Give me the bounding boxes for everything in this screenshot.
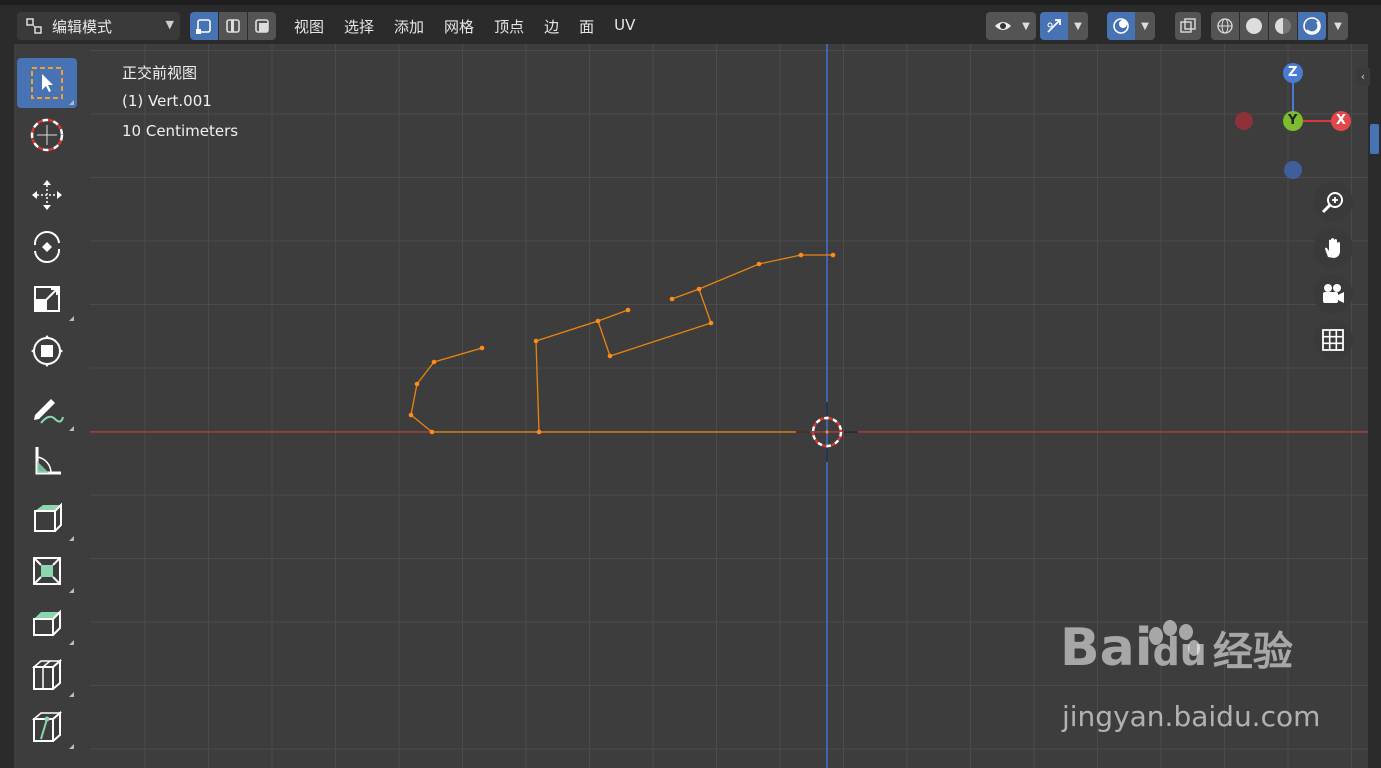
inset-tool[interactable] — [17, 598, 77, 648]
vertex — [708, 320, 714, 326]
watermark-url: jingyan.baidu.com — [1062, 700, 1321, 733]
gizmo-z-label: Z — [1288, 65, 1298, 80]
vertex — [479, 345, 485, 351]
select-box-icon — [31, 67, 63, 99]
cube-add-icon — [34, 502, 62, 532]
vertex — [595, 318, 601, 324]
paw-logo-icon — [1149, 620, 1200, 656]
ortho-toggle-button[interactable] — [1313, 320, 1353, 360]
vertex — [429, 429, 435, 435]
gizmo-neg-x — [1235, 112, 1253, 130]
gizmo-y-label: Y — [1288, 113, 1298, 128]
pan-button[interactable] — [1313, 228, 1353, 268]
ruler-icon — [35, 447, 61, 475]
rotate-icon — [33, 231, 61, 263]
camera-view-button[interactable] — [1313, 274, 1353, 314]
grid-icon — [1322, 329, 1344, 351]
extrude-icon — [33, 557, 61, 585]
baidu-watermark: Baidu 经验 — [1060, 618, 1293, 678]
pencil-icon — [34, 399, 64, 424]
transform-tool[interactable] — [17, 326, 77, 376]
sidebar-collapse-button[interactable]: ‹ — [1356, 68, 1370, 86]
vertex — [607, 353, 613, 359]
watermark-brand: Bai — [1060, 618, 1153, 678]
cursor-icon — [30, 118, 64, 152]
vertex — [536, 429, 542, 435]
gizmo-neg-z — [1284, 161, 1302, 179]
zoom-button[interactable] — [1313, 182, 1353, 222]
vertex — [830, 252, 836, 258]
add-cube-tool[interactable] — [17, 494, 77, 544]
vertex — [533, 338, 539, 344]
annotate-tool[interactable] — [17, 384, 77, 434]
view-name-label: 正交前视图 — [122, 64, 198, 82]
vertex — [408, 412, 414, 418]
extrude-tool[interactable] — [17, 546, 77, 596]
vertex — [431, 359, 437, 365]
vertex — [696, 286, 702, 292]
knife-tool[interactable] — [17, 702, 77, 752]
watermark-cn: 经验 — [1212, 629, 1293, 675]
knife-cube-icon — [31, 710, 63, 742]
move-tool[interactable] — [17, 170, 77, 220]
object-info-label: (1) Vert.001 — [122, 92, 212, 110]
mesh-vertices[interactable] — [408, 252, 836, 435]
rotate-tool[interactable] — [17, 222, 77, 272]
gizmo-x-label: X — [1336, 113, 1347, 128]
vertex — [669, 296, 675, 302]
mesh-edge-path[interactable] — [410, 288, 712, 433]
move-icon — [32, 180, 62, 210]
3d-cursor-icon[interactable] — [796, 402, 858, 462]
vertex — [625, 307, 631, 313]
measure-tool[interactable] — [17, 436, 77, 486]
grid-scale-label: 10 Centimeters — [122, 122, 239, 140]
zoom-icon — [1321, 192, 1343, 214]
mesh-edge-small[interactable] — [597, 309, 629, 322]
cursor-tool[interactable] — [17, 110, 77, 160]
camera-icon — [1323, 284, 1344, 303]
transform-icon — [31, 335, 63, 367]
scale-icon — [34, 286, 60, 312]
hand-icon — [1325, 238, 1340, 258]
loop-cut-icon — [31, 658, 63, 690]
loop-cut-tool[interactable] — [17, 650, 77, 700]
select-box-tool[interactable] — [17, 58, 77, 108]
scale-tool[interactable] — [17, 274, 77, 324]
inset-icon — [33, 609, 61, 636]
vertex — [414, 381, 420, 387]
vertex — [798, 252, 804, 258]
mesh-edge-top[interactable] — [698, 254, 833, 290]
vertex — [756, 261, 762, 267]
